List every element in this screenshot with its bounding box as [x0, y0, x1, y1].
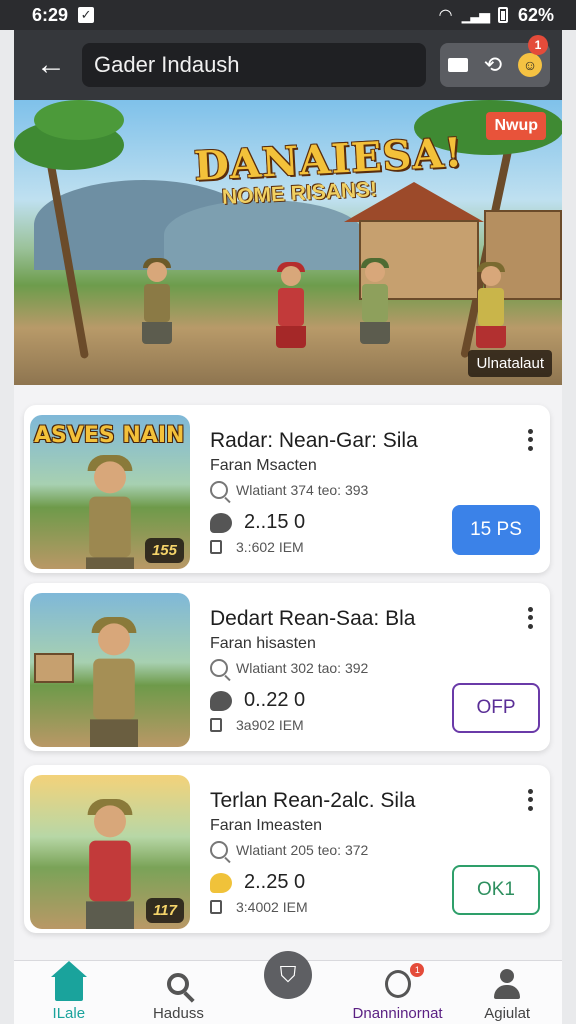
- soldier-figure: [86, 799, 134, 929]
- game-size: 3:4002 IEM: [210, 899, 308, 915]
- more-options-icon[interactable]: [520, 787, 540, 813]
- wifi-icon: ◠: [439, 7, 452, 24]
- nav-label: ILale: [52, 1005, 86, 1022]
- game-size-text: 3:4002 IEM: [236, 899, 308, 915]
- soldier-figure: [86, 455, 134, 569]
- status-time: 6:29: [32, 4, 69, 25]
- featured-banner[interactable]: DANAIESA! NOME RISANS! Nwup Ulnatalaut: [14, 100, 562, 385]
- soldier-figure: [360, 258, 390, 344]
- game-card[interactable]: 117 Terlan Rean-2alc. Sila Faran Imeaste…: [24, 765, 550, 933]
- thumbnail-label: ASVES NAIN: [34, 423, 185, 448]
- game-stat: 2..25 0: [210, 871, 305, 894]
- top-app-bar: ← Gader Indaush ⟲ ☺ 1: [14, 30, 562, 100]
- share-icon[interactable]: ⟲: [484, 52, 502, 78]
- nav-label: Haduss: [152, 1005, 204, 1022]
- banner-badge: Nwup: [486, 112, 546, 140]
- game-card[interactable]: Dedart Rean-Saa: Bla Faran hisasten Wlat…: [24, 583, 550, 751]
- game-thumbnail: ASVES NAIN 155: [30, 415, 190, 569]
- game-meta-text: Wlatiant 374 teo: 393: [236, 482, 369, 498]
- emoji-icon[interactable]: ☺: [518, 53, 543, 77]
- game-meta: Wlatiant 205 teo: 372: [210, 841, 368, 859]
- more-options-icon[interactable]: [520, 605, 540, 631]
- notification-badge: 1: [528, 35, 548, 55]
- game-size-text: 3.:602 IEM: [236, 539, 304, 555]
- palm-leaf: [34, 100, 124, 140]
- game-action-button[interactable]: OK1: [452, 865, 540, 915]
- game-title: Radar: Nean-Gar: Sila: [210, 429, 418, 452]
- game-action-button[interactable]: 15 PS: [452, 505, 540, 555]
- thumbnail-chip: 117: [146, 898, 184, 923]
- game-size: 3.:602 IEM: [210, 539, 304, 555]
- app-frame: ← Gader Indaush ⟲ ☺ 1 DANAIESA! NOME RIS…: [14, 30, 562, 1024]
- soldier-figure: [142, 258, 172, 344]
- banner-caption: Ulnatalaut: [468, 350, 552, 377]
- nav-item-profile[interactable]: Agiulat: [452, 967, 562, 1022]
- search-meta-icon: [210, 481, 228, 499]
- thumbnail-chip: 155: [144, 538, 184, 563]
- profile-icon: [494, 969, 521, 999]
- status-bar: 6:29 ✓ ◠ ▁▃▅ 62%: [0, 0, 576, 30]
- notification-check-icon: ✓: [78, 7, 95, 23]
- chat-icon[interactable]: [447, 58, 468, 72]
- game-title: Terlan Rean-2alc. Sila: [210, 789, 416, 812]
- soldier-figure: [276, 262, 306, 348]
- nav-label: Agiulat: [484, 1005, 531, 1022]
- game-stat: 2..15 0: [210, 511, 305, 534]
- game-stat-text: 2..15 0: [244, 511, 306, 533]
- search-input-value: Gader Indaush: [94, 52, 240, 77]
- game-subtitle: Faran Msacten: [210, 457, 317, 474]
- soldier-figure: [90, 617, 138, 747]
- more-options-icon[interactable]: [520, 427, 540, 453]
- file-icon: [210, 900, 222, 914]
- search-meta-icon: [210, 841, 228, 859]
- nav-item-search[interactable]: Haduss: [124, 967, 234, 1022]
- phone-icon: [210, 690, 232, 711]
- mountain-shape: [164, 200, 364, 270]
- game-title: Dedart Rean-Saa: Bla: [210, 607, 416, 630]
- game-meta: Wlatiant 302 tao: 392: [210, 659, 368, 677]
- header-actions: ⟲ ☺ 1: [440, 35, 550, 87]
- game-meta-text: Wlatiant 302 tao: 392: [236, 660, 369, 676]
- bottom-navigation: ILale Haduss 1 Dnanninornat Agiulat ⛉: [14, 951, 562, 1024]
- nav-item-home[interactable]: ILale: [14, 961, 124, 1022]
- game-stat: 0..22 0: [210, 689, 305, 712]
- game-stat-text: 0..22 0: [244, 689, 306, 711]
- battery-icon: [497, 7, 508, 23]
- soldier-figure: [476, 262, 506, 348]
- nav-item-downloads[interactable]: 1 Dnanninornat: [343, 963, 453, 1022]
- game-subtitle: Faran hisasten: [210, 635, 316, 652]
- back-arrow-icon[interactable]: ←: [26, 40, 76, 90]
- home-icon: [50, 961, 87, 1001]
- game-thumbnail: 117: [30, 775, 190, 929]
- game-stat-text: 2..25 0: [244, 871, 306, 893]
- nav-label: Dnanninornat: [352, 1005, 443, 1022]
- game-meta: Wlatiant 374 teo: 393: [210, 481, 368, 499]
- search-meta-icon: [210, 659, 228, 677]
- search-input[interactable]: Gader Indaush: [82, 43, 426, 87]
- game-thumbnail: [30, 593, 190, 747]
- game-subtitle: Faran Imeasten: [210, 817, 323, 834]
- game-meta-text: Wlatiant 205 teo: 372: [236, 842, 369, 858]
- game-action-button[interactable]: OFP: [452, 683, 540, 733]
- file-icon: [210, 540, 222, 554]
- game-size: 3a902 IEM: [210, 717, 304, 733]
- search-icon: [167, 973, 190, 995]
- game-card[interactable]: ASVES NAIN 155 Radar: Nean-Gar: Sila Far…: [24, 405, 550, 573]
- downloads-badge: 1: [410, 963, 425, 977]
- house: [34, 653, 74, 683]
- emoji-icon: [210, 872, 232, 893]
- downloads-icon: [384, 970, 411, 998]
- shield-icon[interactable]: ⛉: [264, 951, 312, 999]
- signal-icon: ▁▃▅: [461, 6, 490, 23]
- game-size-text: 3a902 IEM: [236, 717, 304, 733]
- battery-level: 62%: [517, 4, 554, 25]
- file-icon: [210, 718, 222, 732]
- chat-bubble-icon: [210, 512, 232, 533]
